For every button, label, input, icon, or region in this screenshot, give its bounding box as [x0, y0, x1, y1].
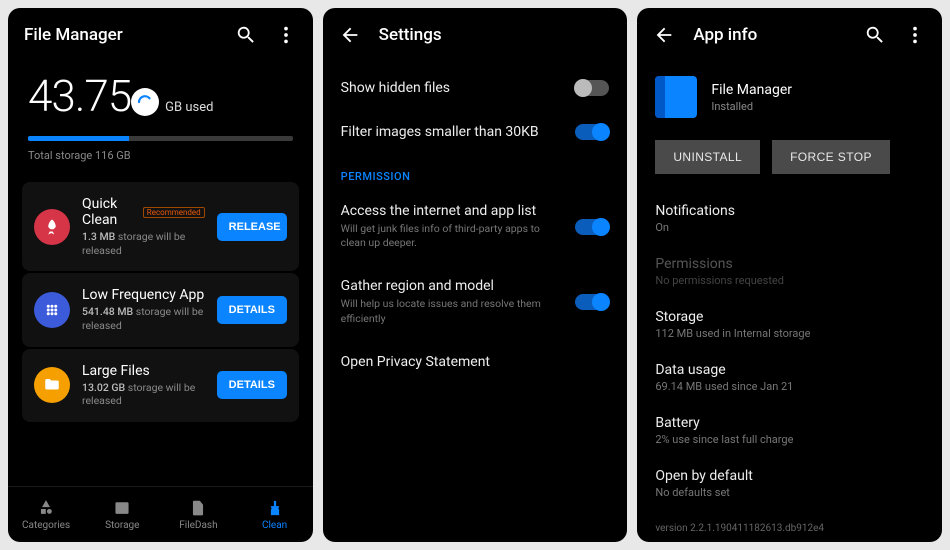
storage-progress-fill — [28, 136, 129, 141]
details-button[interactable]: DETAILS — [217, 371, 287, 399]
storage-used-value: 43.75 — [28, 70, 131, 122]
setting-subtitle: Will get junk files info of third-party … — [341, 222, 564, 250]
nav-label: Categories — [22, 520, 70, 531]
info-notifications[interactable]: Notifications On — [637, 192, 942, 245]
info-battery[interactable]: Battery 2% use since last full charge — [637, 404, 942, 457]
nav-label: Clean — [262, 520, 287, 531]
grid-icon — [34, 292, 70, 328]
card-large-files[interactable]: Large Files 13.02 GB storage will be rel… — [22, 349, 299, 422]
info-sub: No permissions requested — [655, 274, 924, 287]
appinfo-title: App info — [693, 25, 846, 45]
card-title: Large Files — [82, 363, 150, 379]
settings-title: Settings — [379, 25, 612, 45]
info-sub: No defaults set — [655, 486, 924, 499]
info-title: Battery — [655, 415, 924, 431]
info-title: Storage — [655, 309, 924, 325]
screen-app-info: App info File Manager Installed UNINSTAL… — [637, 8, 942, 542]
setting-privacy-statement[interactable]: Open Privacy Statement — [323, 340, 628, 384]
refresh-icon[interactable] — [131, 88, 159, 116]
storage-used-unit: GB used — [165, 100, 213, 115]
card-quick-clean[interactable]: Quick Clean Recommended 1.3 MB storage w… — [22, 182, 299, 271]
info-permissions: Permissions No permissions requested — [637, 245, 942, 298]
info-open-default[interactable]: Open by default No defaults set — [637, 457, 942, 510]
nav-storage[interactable]: Storage — [84, 487, 160, 542]
uninstall-button[interactable]: UNINSTALL — [655, 140, 760, 174]
rocket-icon — [34, 209, 70, 245]
bottom-nav: Categories Storage FileDash Clean — [8, 486, 313, 542]
info-sub: 69.14 MB used since Jan 21 — [655, 380, 924, 393]
nav-clean[interactable]: Clean — [237, 487, 313, 542]
info-sub: 2% use since last full charge — [655, 433, 924, 446]
setting-hidden-files[interactable]: Show hidden files — [323, 66, 628, 110]
back-icon[interactable] — [339, 24, 361, 46]
permission-section-header: PERMISSION — [323, 154, 628, 189]
settings-list: Show hidden files Filter images smaller … — [323, 62, 628, 542]
app-title: File Manager — [24, 25, 217, 45]
recommended-badge: Recommended — [143, 207, 205, 218]
nav-label: Storage — [105, 520, 139, 531]
card-low-frequency[interactable]: Low Frequency App 541.48 MB storage will… — [22, 273, 299, 346]
info-list: Notifications On Permissions No permissi… — [637, 192, 942, 515]
more-icon[interactable] — [275, 24, 297, 46]
appbar: Settings — [323, 8, 628, 62]
storage-summary: 43.75 GB used Total storage 116 GB — [8, 62, 313, 176]
release-button[interactable]: RELEASE — [217, 213, 287, 241]
info-sub: On — [655, 221, 924, 234]
setting-title: Show hidden files — [341, 80, 564, 96]
card-title: Quick Clean — [82, 196, 137, 228]
clean-card-list: Quick Clean Recommended 1.3 MB storage w… — [8, 176, 313, 486]
app-header: File Manager Installed — [637, 62, 942, 136]
search-icon[interactable] — [235, 24, 257, 46]
info-data-usage[interactable]: Data usage 69.14 MB used since Jan 21 — [637, 351, 942, 404]
nav-filedash[interactable]: FileDash — [160, 487, 236, 542]
storage-progress — [28, 136, 293, 141]
info-title: Permissions — [655, 256, 924, 272]
setting-filter-images[interactable]: Filter images smaller than 30KB — [323, 110, 628, 154]
total-storage-label: Total storage 116 GB — [28, 149, 293, 162]
toggle-hidden-files[interactable] — [575, 80, 609, 96]
search-icon[interactable] — [864, 24, 886, 46]
toggle-filter-images[interactable] — [575, 124, 609, 140]
card-title: Low Frequency App — [82, 287, 204, 303]
setting-title: Filter images smaller than 30KB — [341, 124, 564, 140]
setting-subtitle: Will help us locate issues and resolve t… — [341, 297, 564, 325]
app-name: File Manager — [711, 82, 792, 98]
card-subtitle: 541.48 MB storage will be released — [82, 305, 205, 332]
screen-file-manager: File Manager 43.75 GB used Total storage… — [8, 8, 313, 542]
setting-title: Access the internet and app list — [341, 203, 564, 219]
card-subtitle: 1.3 MB storage will be released — [82, 230, 205, 257]
info-sub: 112 MB used in Internal storage — [655, 327, 924, 340]
card-subtitle: 13.02 GB storage will be released — [82, 381, 205, 408]
info-title: Open by default — [655, 468, 924, 484]
setting-region-permission[interactable]: Gather region and model Will help us loc… — [323, 264, 628, 339]
setting-title: Gather region and model — [341, 278, 564, 294]
app-icon — [655, 76, 697, 118]
screen-settings: Settings Show hidden files Filter images… — [323, 8, 628, 542]
more-icon[interactable] — [904, 24, 926, 46]
version-label: version 2.2.1.190411182613.db912e4 — [637, 515, 942, 542]
info-storage[interactable]: Storage 112 MB used in Internal storage — [637, 298, 942, 351]
back-icon[interactable] — [653, 24, 675, 46]
details-button[interactable]: DETAILS — [217, 296, 287, 324]
info-title: Data usage — [655, 362, 924, 378]
nav-label: FileDash — [179, 520, 217, 531]
toggle-region-permission[interactable] — [575, 294, 609, 310]
button-row: UNINSTALL FORCE STOP — [637, 136, 942, 192]
folder-icon — [34, 367, 70, 403]
toggle-internet-permission[interactable] — [575, 219, 609, 235]
force-stop-button[interactable]: FORCE STOP — [772, 140, 890, 174]
appbar: App info — [637, 8, 942, 62]
appbar: File Manager — [8, 8, 313, 62]
info-title: Notifications — [655, 203, 924, 219]
setting-title: Open Privacy Statement — [341, 354, 610, 370]
nav-categories[interactable]: Categories — [8, 487, 84, 542]
app-status: Installed — [711, 100, 792, 113]
setting-internet-permission[interactable]: Access the internet and app list Will ge… — [323, 189, 628, 264]
